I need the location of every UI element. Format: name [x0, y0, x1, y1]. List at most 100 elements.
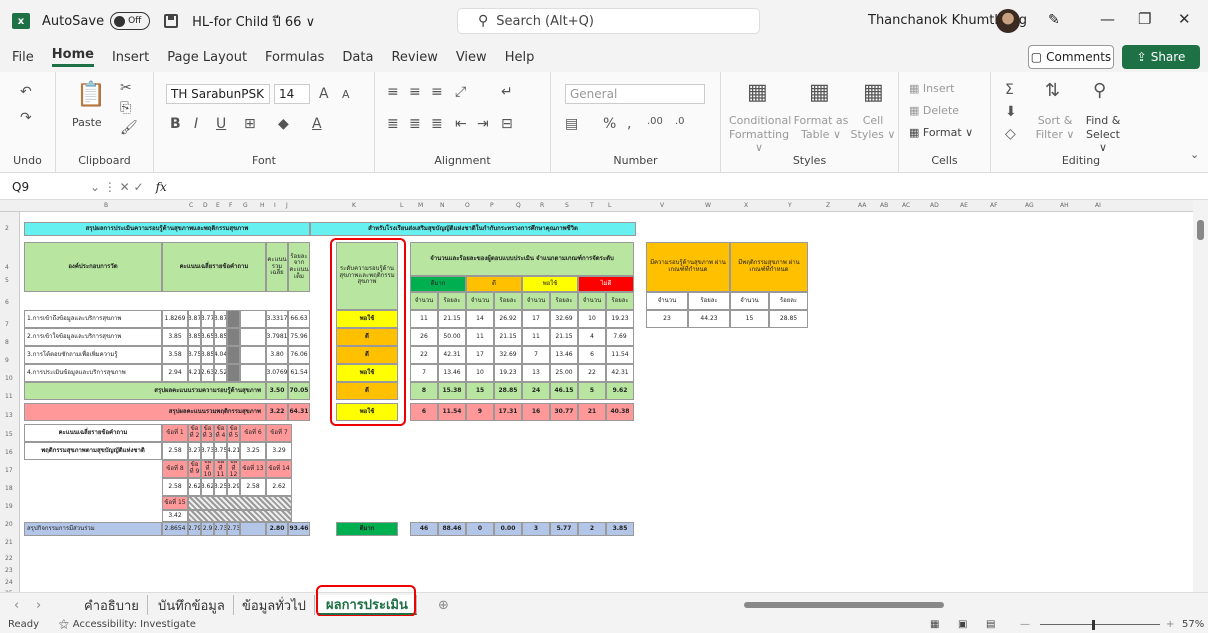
blank-cell[interactable] — [227, 310, 240, 328]
level-excellent-header[interactable]: ดีมาก — [410, 276, 466, 292]
avg-q3[interactable]: 3.85 — [201, 346, 214, 364]
close-icon[interactable]: ✕ — [1178, 10, 1191, 28]
avg-q4[interactable]: 3.85 — [214, 328, 227, 346]
add-sheet-icon[interactable]: ⊕ — [430, 595, 457, 615]
paste-icon[interactable]: 📋 — [76, 80, 106, 108]
level-value[interactable]: 19.23 — [494, 364, 522, 382]
column-header[interactable]: P — [490, 202, 494, 209]
italic-icon[interactable]: I — [194, 116, 198, 132]
row-pct[interactable]: 61.54 — [288, 364, 310, 382]
row-level[interactable]: พอใช้ — [336, 364, 398, 382]
question-value[interactable]: 3.75 — [214, 442, 227, 460]
align-middle-icon[interactable]: ≡ — [409, 84, 421, 100]
merge-center-icon[interactable]: ⊟ — [501, 116, 513, 132]
sub-pct-header[interactable]: ร้อยละ — [606, 292, 634, 310]
pass-hl-count-label[interactable]: จำนวน — [646, 292, 688, 310]
level-value[interactable]: 8 — [410, 382, 438, 400]
format-painter-icon[interactable]: 🖌 — [120, 120, 138, 136]
select-label[interactable]: Select ∨ — [1081, 128, 1125, 154]
cell-label[interactable]: Cell — [849, 114, 897, 127]
decrease-indent-icon[interactable]: ⇤ — [455, 116, 467, 132]
name-box[interactable]: Q9 — [0, 180, 90, 194]
file-name-dropdown[interactable]: HL-for Child ปี 66 ∨ — [192, 11, 315, 32]
conditional-label[interactable]: Conditional — [729, 114, 791, 127]
row-pct[interactable]: 75.96 — [288, 328, 310, 346]
number-format-select[interactable]: General — [565, 84, 705, 104]
question-label[interactable]: ข้อที่ 5 — [227, 424, 240, 442]
sub-count-header[interactable]: จำนวน — [410, 292, 438, 310]
row-level[interactable]: ดี — [336, 346, 398, 364]
summary-all-label[interactable]: สรุปกิจกรรมการมีส่วนร่วม — [24, 522, 162, 536]
column-header[interactable]: K — [352, 202, 356, 209]
level-value[interactable]: 22 — [410, 346, 438, 364]
level-value[interactable]: 13.46 — [550, 346, 578, 364]
level-value[interactable]: 21 — [578, 403, 606, 421]
sort-label[interactable]: Sort & — [1035, 114, 1075, 127]
column-header[interactable]: S — [565, 202, 569, 209]
level-value[interactable]: 11.54 — [606, 346, 634, 364]
avg-q1[interactable]: 3.58 — [162, 346, 188, 364]
column-header[interactable]: AE — [960, 202, 968, 209]
format-cells-button[interactable]: ▦ Format ∨ — [909, 126, 973, 139]
tab-help[interactable]: Help — [505, 50, 535, 65]
zoom-in-icon[interactable]: + — [1166, 619, 1174, 630]
designer-pen-icon[interactable]: ✎ — [1048, 12, 1060, 28]
level-value[interactable]: 32.69 — [494, 346, 522, 364]
level-value[interactable]: 3.85 — [606, 522, 634, 536]
column-header[interactable]: L — [608, 202, 611, 209]
avatar[interactable] — [996, 9, 1020, 33]
question-value[interactable]: 4.21 — [227, 442, 240, 460]
column-header[interactable]: H — [260, 202, 265, 209]
bold-icon[interactable]: B — [170, 116, 181, 132]
accessibility-status[interactable]: Accessibility: Investigate — [73, 619, 196, 630]
level-value[interactable]: 22 — [578, 364, 606, 382]
row-header[interactable]: 21 — [5, 539, 13, 546]
page-layout-view-icon[interactable]: ▣ — [958, 619, 967, 630]
row-header[interactable]: 11 — [5, 393, 13, 400]
level-value[interactable]: 50.00 — [438, 328, 466, 346]
zoom-level[interactable]: 57% — [1182, 619, 1204, 630]
summary-hb-pct[interactable]: 64.31 — [288, 403, 310, 421]
summary-all-blank[interactable] — [240, 522, 266, 536]
level-value[interactable]: 14 — [466, 310, 494, 328]
column-header[interactable]: E — [216, 202, 220, 209]
blank-cell[interactable] — [240, 346, 266, 364]
question-value[interactable]: 3.25 — [214, 478, 227, 496]
header-pass-hl[interactable]: มีความรอบรู้ด้านสุขภาพ ผ่านเกณฑ์ที่กำหนด — [646, 242, 730, 292]
level-value[interactable]: 26.92 — [494, 310, 522, 328]
search-box[interactable]: ⚲ Search (Alt+Q) — [457, 8, 760, 34]
row-total[interactable]: 3.80 — [266, 346, 288, 364]
column-header[interactable]: R — [540, 202, 544, 209]
row-header[interactable]: 20 — [5, 521, 13, 528]
level-value[interactable]: 17 — [522, 310, 550, 328]
align-center-icon[interactable]: ≣ — [409, 116, 421, 132]
title-right[interactable]: สำหรับโรงเรียนส่งเสริมสุขบัญญัติแห่งชาติ… — [310, 222, 636, 236]
behavior-title[interactable]: คะแนนเฉลี่ยรายข้อคำถาม — [24, 424, 162, 442]
level-poor-header[interactable]: ไม่ดี — [578, 276, 634, 292]
autosave-toggle[interactable]: Off — [110, 12, 151, 30]
summary-all-c[interactable]: 2.9 — [201, 522, 214, 536]
share-button[interactable]: ⇪ Share — [1122, 45, 1200, 69]
avg-q3[interactable]: 2.63 — [201, 364, 214, 382]
font-name-select[interactable]: TH SarabunPSK — [166, 84, 270, 104]
title-left[interactable]: สรุปผลการประเมินความรอบรู้ด้านสุขภาพและพ… — [24, 222, 310, 236]
pass-hl-pct-label[interactable]: ร้อยละ — [688, 292, 730, 310]
sub-pct-header[interactable]: ร้อยละ — [494, 292, 522, 310]
question-label[interactable]: ข้อที่ 9 — [188, 460, 201, 478]
column-header[interactable]: I — [274, 202, 276, 209]
insert-cells-button[interactable]: ▦ Insert — [909, 82, 954, 95]
level-value[interactable]: 17.31 — [494, 403, 522, 421]
level-value[interactable]: 15.38 — [438, 382, 466, 400]
tab-insert[interactable]: Insert — [112, 50, 149, 65]
level-value[interactable]: 32.69 — [550, 310, 578, 328]
level-value[interactable]: 9.62 — [606, 382, 634, 400]
question-value[interactable]: 3.42 — [162, 510, 188, 522]
row-header[interactable]: 10 — [5, 375, 13, 382]
question-value[interactable]: 3.29 — [266, 442, 292, 460]
level-value[interactable]: 46 — [410, 522, 438, 536]
header-component[interactable]: องค์ประกอบการวัด — [24, 242, 162, 292]
sheet-tab-description[interactable]: คำอธิบาย — [76, 595, 148, 615]
format-as-label[interactable]: Format as — [793, 114, 849, 127]
question-value[interactable]: 3.25 — [240, 442, 266, 460]
question-label[interactable]: ข้อที่ 11 — [214, 460, 227, 478]
